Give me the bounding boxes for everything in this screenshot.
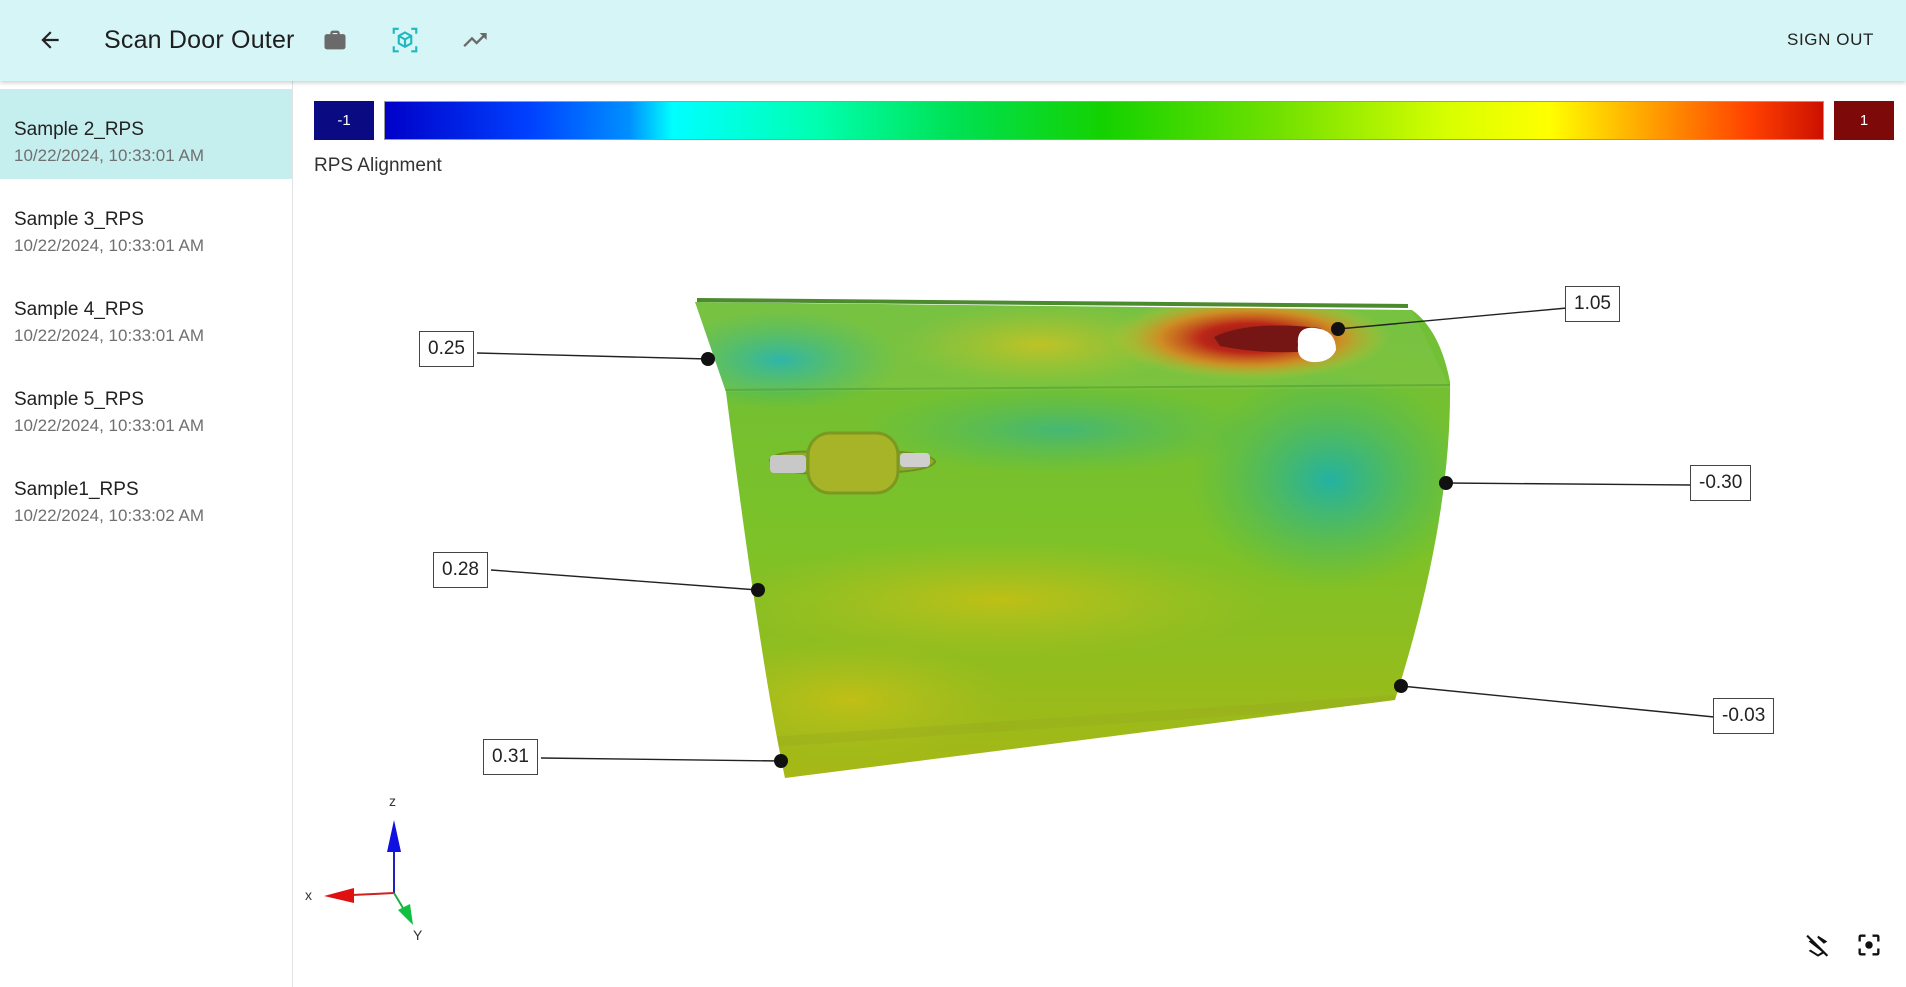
trends-button[interactable]: [455, 20, 495, 60]
page-title: Scan Door Outer: [104, 26, 295, 54]
sidebar-item-sample-5[interactable]: Sample 5_RPS 10/22/2024, 10:33:01 AM: [0, 359, 292, 449]
sample-date: 10/22/2024, 10:33:01 AM: [14, 146, 204, 165]
sample-name: Sample1_RPS: [14, 479, 139, 500]
colorbar-max-label: 1: [1834, 101, 1894, 140]
axis-label-z: z: [389, 793, 396, 809]
measure-point: [1331, 322, 1345, 336]
callout-value-4: -0.30: [1690, 465, 1752, 501]
sample-date: 10/22/2024, 10:33:01 AM: [14, 326, 204, 345]
axis-label-y: Y: [413, 927, 423, 943]
3d-scan-icon: [392, 27, 418, 53]
sidebar-item-sample-3[interactable]: Sample 3_RPS 10/22/2024, 10:33:01 AM: [0, 179, 292, 269]
projects-button[interactable]: [315, 20, 355, 60]
axis-label-x: x: [305, 887, 312, 903]
scan-view-button[interactable]: [385, 20, 425, 60]
colorbar-min-label: -1: [314, 101, 374, 140]
deviation-colorbar: [384, 101, 1824, 140]
sidebar-item-sample-2[interactable]: Sample 2_RPS 10/22/2024, 10:33:01 AM: [0, 89, 292, 179]
sample-name: Sample 4_RPS: [14, 299, 144, 320]
sample-name: Sample 2_RPS: [14, 119, 144, 140]
back-button[interactable]: [30, 20, 70, 60]
callout-value-5: -0.03: [1713, 698, 1775, 734]
3d-viewport[interactable]: [293, 160, 1906, 987]
sign-out-button[interactable]: SIGN OUT: [1787, 30, 1874, 50]
sample-date: 10/22/2024, 10:33:01 AM: [14, 236, 204, 255]
measure-point: [1439, 476, 1453, 490]
center-focus-button[interactable]: [1852, 928, 1886, 962]
measure-point: [774, 754, 788, 768]
measure-point: [701, 352, 715, 366]
trending-up-icon: [463, 33, 487, 47]
measure-point: [1394, 679, 1408, 693]
callout-value-3: 1.05: [1565, 286, 1620, 322]
axis-triad: [324, 820, 413, 925]
callout-value-1: 0.28: [433, 552, 488, 588]
sample-date: 10/22/2024, 10:33:02 AM: [14, 506, 204, 525]
app-header: Scan Door Outer SIGN OUT: [0, 0, 1906, 81]
callout-value-2: 0.31: [483, 739, 538, 775]
layers-off-icon: [1806, 934, 1829, 957]
toggle-layers-button[interactable]: [1801, 928, 1835, 962]
callout-value-0: 0.25: [419, 331, 474, 367]
sample-date: 10/22/2024, 10:33:01 AM: [14, 416, 204, 435]
sample-name: Sample 3_RPS: [14, 209, 144, 230]
door-panel-mesh: [695, 298, 1451, 778]
measure-point: [751, 583, 765, 597]
center-focus-icon: [1858, 934, 1880, 956]
briefcase-icon: [324, 30, 346, 50]
sample-list-sidebar: Sample 2_RPS 10/22/2024, 10:33:01 AM Sam…: [0, 81, 293, 987]
sidebar-item-sample-1[interactable]: Sample1_RPS 10/22/2024, 10:33:02 AM: [0, 449, 292, 539]
sample-name: Sample 5_RPS: [14, 389, 144, 410]
sidebar-item-sample-4[interactable]: Sample 4_RPS 10/22/2024, 10:33:01 AM: [0, 269, 292, 359]
arrow-back-icon: [41, 31, 59, 49]
